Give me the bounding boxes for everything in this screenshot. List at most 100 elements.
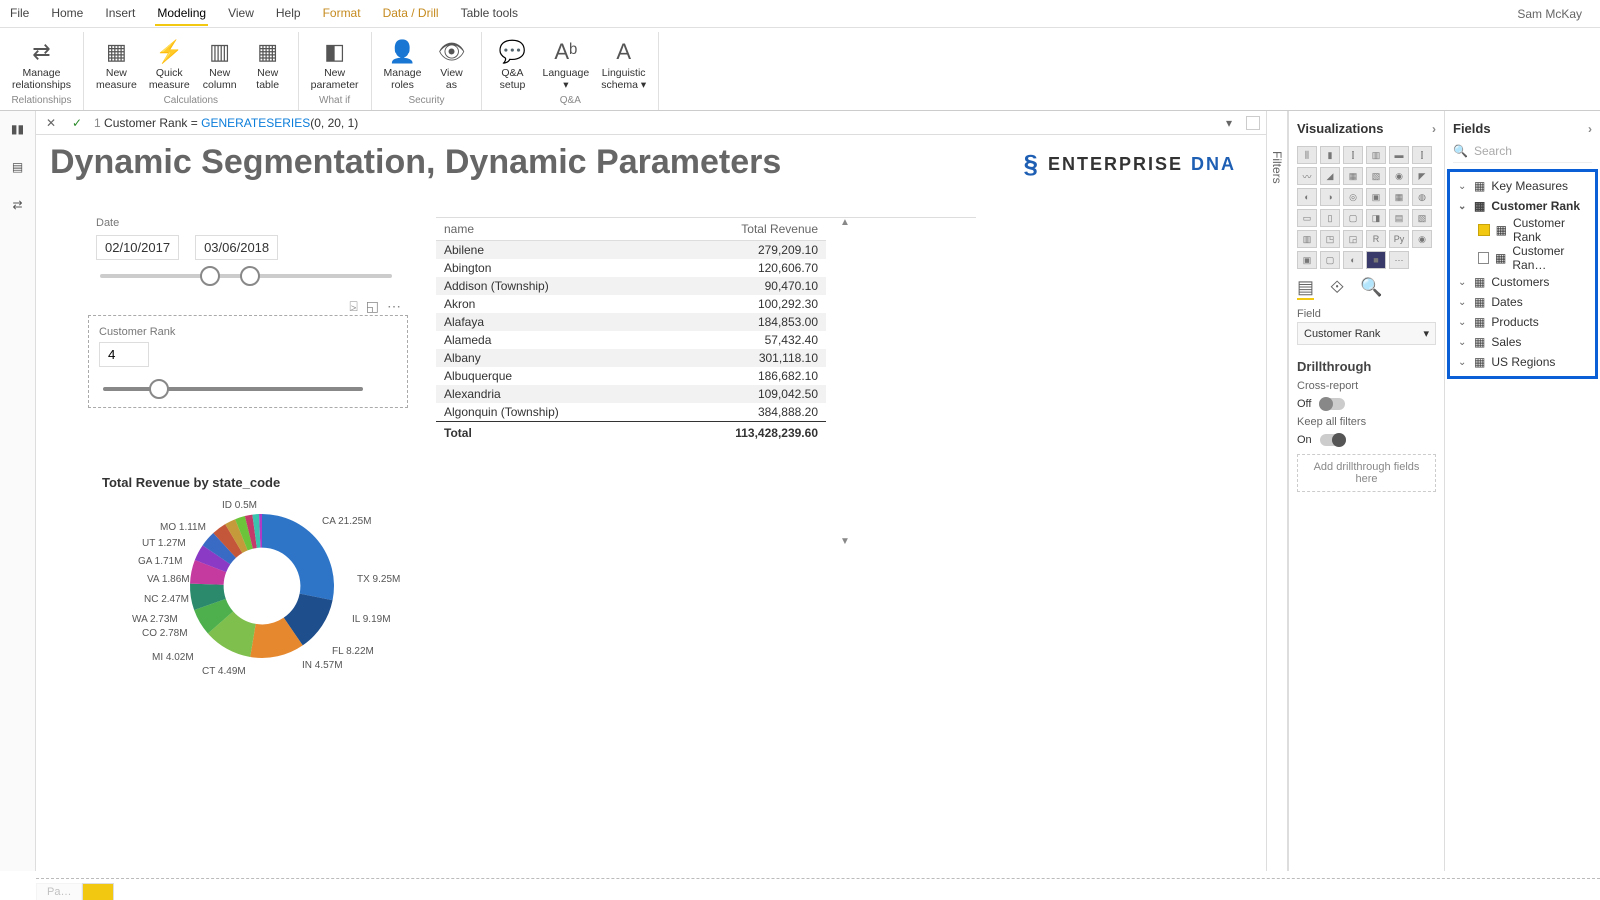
tab-help[interactable]: Help: [274, 2, 303, 26]
viz-type-7[interactable]: ◢: [1320, 167, 1340, 185]
field-table-dates[interactable]: ⌄▦Dates: [1452, 292, 1593, 312]
viz-type-33[interactable]: ■: [1366, 251, 1386, 269]
linguistic-schema[interactable]: ALinguistic schema ▾: [597, 34, 650, 93]
quick-measure[interactable]: ⚡Quick measure: [145, 34, 194, 93]
filter-icon[interactable]: ⍄: [349, 298, 357, 315]
viz-type-30[interactable]: ▣: [1297, 251, 1317, 269]
viz-type-31[interactable]: ▢: [1320, 251, 1340, 269]
view-as[interactable]: 👁View as: [429, 34, 473, 93]
format-tab-icon[interactable]: ⟐: [1330, 277, 1344, 300]
revenue-table[interactable]: nameTotal RevenueAbilene279,209.10Abingt…: [436, 217, 976, 442]
field-table-customer-rank[interactable]: ⌄▦Customer Rank: [1452, 196, 1593, 216]
viz-type-28[interactable]: Py: [1389, 230, 1409, 248]
field-well[interactable]: Customer Rank ▾: [1297, 322, 1436, 345]
viz-type-10[interactable]: ◉: [1389, 167, 1409, 185]
viz-type-11[interactable]: ◤: [1412, 167, 1432, 185]
field-customer-rank[interactable]: ▦Customer Rank: [1452, 216, 1593, 244]
viz-type-0[interactable]: ⫼: [1297, 146, 1317, 164]
viz-type-13[interactable]: ◑: [1320, 188, 1340, 206]
manage-roles[interactable]: 👤Manage roles: [380, 34, 426, 93]
viz-type-2[interactable]: ⫿: [1343, 146, 1363, 164]
tab-view[interactable]: View: [226, 2, 256, 26]
qa-setup[interactable]: 💬Q&A setup: [490, 34, 534, 93]
field-table-us-regions[interactable]: ⌄▦US Regions: [1452, 352, 1593, 372]
table-row[interactable]: Abington120,606.70: [436, 259, 826, 277]
tab-file[interactable]: File: [8, 2, 31, 26]
new-table[interactable]: ▦New table: [246, 34, 290, 93]
data-view-icon[interactable]: ▤: [6, 155, 30, 179]
field-table-sales[interactable]: ⌄▦Sales: [1452, 332, 1593, 352]
focus-icon[interactable]: ◱: [366, 298, 379, 315]
date-handle-from[interactable]: [200, 266, 220, 286]
donut-chart[interactable]: Total Revenue by state_code CA 21.25MTX …: [102, 475, 442, 696]
page-tab-active[interactable]: [82, 883, 113, 900]
rank-slider[interactable]: [103, 387, 363, 391]
viz-type-32[interactable]: ◐: [1343, 251, 1363, 269]
viz-type-15[interactable]: ▣: [1366, 188, 1386, 206]
more-icon[interactable]: ⋯: [387, 298, 401, 315]
viz-type-12[interactable]: ◐: [1297, 188, 1317, 206]
viz-type-17[interactable]: ◍: [1412, 188, 1432, 206]
tab-data-drill[interactable]: Data / Drill: [381, 2, 441, 26]
new-column[interactable]: ▥New column: [198, 34, 242, 93]
formula-cancel-icon[interactable]: ✕: [42, 114, 60, 132]
tab-modeling[interactable]: Modeling: [155, 2, 208, 26]
chevron-down-icon[interactable]: ▾: [1423, 327, 1429, 340]
manage-relationships[interactable]: ⇄Manage relationships: [8, 34, 75, 93]
table-row[interactable]: Alameda57,432.40: [436, 331, 826, 349]
drillthrough-dropzone[interactable]: Add drillthrough fields here: [1297, 454, 1436, 492]
table-row[interactable]: Algonquin (Township)384,888.20: [436, 403, 826, 422]
viz-type-3[interactable]: ▥: [1366, 146, 1386, 164]
table-scrollbar[interactable]: ▲ ▼: [836, 217, 854, 547]
viz-type-22[interactable]: ▤: [1389, 209, 1409, 227]
table-row[interactable]: Akron100,292.30: [436, 295, 826, 313]
fields-search[interactable]: 🔍 Search: [1453, 144, 1592, 163]
viz-type-19[interactable]: ▯: [1320, 209, 1340, 227]
rank-value-input[interactable]: [99, 342, 149, 367]
report-view-icon[interactable]: ▮▮: [6, 117, 30, 141]
viz-type-1[interactable]: ▮: [1320, 146, 1340, 164]
viz-type-16[interactable]: ▦: [1389, 188, 1409, 206]
date-from[interactable]: 02/10/2017: [96, 235, 179, 260]
viz-type-25[interactable]: ◳: [1320, 230, 1340, 248]
collapse-icon[interactable]: ›: [1588, 122, 1592, 136]
viz-type-26[interactable]: ◲: [1343, 230, 1363, 248]
viz-type-18[interactable]: ▭: [1297, 209, 1317, 227]
tab-table-tools[interactable]: Table tools: [459, 2, 520, 26]
viz-type-34[interactable]: ⋯: [1389, 251, 1409, 269]
viz-type-4[interactable]: ▬: [1389, 146, 1409, 164]
date-slicer[interactable]: Date 02/10/2017 03/06/2018: [96, 217, 396, 292]
page-tab-1[interactable]: Pa…: [36, 883, 82, 900]
viz-type-24[interactable]: ▥: [1297, 230, 1317, 248]
scroll-up-icon[interactable]: ▲: [840, 217, 850, 228]
tab-home[interactable]: Home: [49, 2, 85, 26]
field-table-products[interactable]: ⌄▦Products: [1452, 312, 1593, 332]
date-handle-to[interactable]: [240, 266, 260, 286]
collapse-icon[interactable]: ›: [1432, 122, 1436, 136]
table-row[interactable]: Alafaya184,853.00: [436, 313, 826, 331]
language[interactable]: AᵇLanguage ▾: [538, 34, 593, 93]
scroll-down-icon[interactable]: ▼: [840, 536, 850, 547]
viz-type-29[interactable]: ◉: [1412, 230, 1432, 248]
tab-insert[interactable]: Insert: [103, 2, 137, 26]
rank-slicer[interactable]: ⍄ ◱ ⋯ Customer Rank: [88, 315, 408, 408]
keep-filters-toggle[interactable]: [1320, 434, 1346, 446]
table-row[interactable]: Albuquerque186,682.10: [436, 367, 826, 385]
field-table-key-measures[interactable]: ⌄▦Key Measures: [1452, 176, 1593, 196]
formula-commit-icon[interactable]: ✓: [68, 114, 86, 132]
viz-type-9[interactable]: ▧: [1366, 167, 1386, 185]
formula-dropdown-icon[interactable]: ▾: [1220, 114, 1238, 132]
formula-expand-icon[interactable]: [1246, 116, 1260, 130]
checkbox[interactable]: [1478, 224, 1490, 236]
table-row[interactable]: Addison (Township)90,470.10: [436, 277, 826, 295]
new-measure[interactable]: ▦New measure: [92, 34, 141, 93]
cross-report-toggle[interactable]: [1319, 398, 1345, 410]
analytics-tab-icon[interactable]: 🔍: [1360, 277, 1382, 300]
date-slider[interactable]: [100, 274, 392, 278]
checkbox[interactable]: [1478, 252, 1489, 264]
viz-type-5[interactable]: ⫿: [1412, 146, 1432, 164]
table-row[interactable]: Albany301,118.10: [436, 349, 826, 367]
date-to[interactable]: 03/06/2018: [195, 235, 278, 260]
table-row[interactable]: Abilene279,209.10: [436, 241, 826, 260]
viz-type-14[interactable]: ◎: [1343, 188, 1363, 206]
